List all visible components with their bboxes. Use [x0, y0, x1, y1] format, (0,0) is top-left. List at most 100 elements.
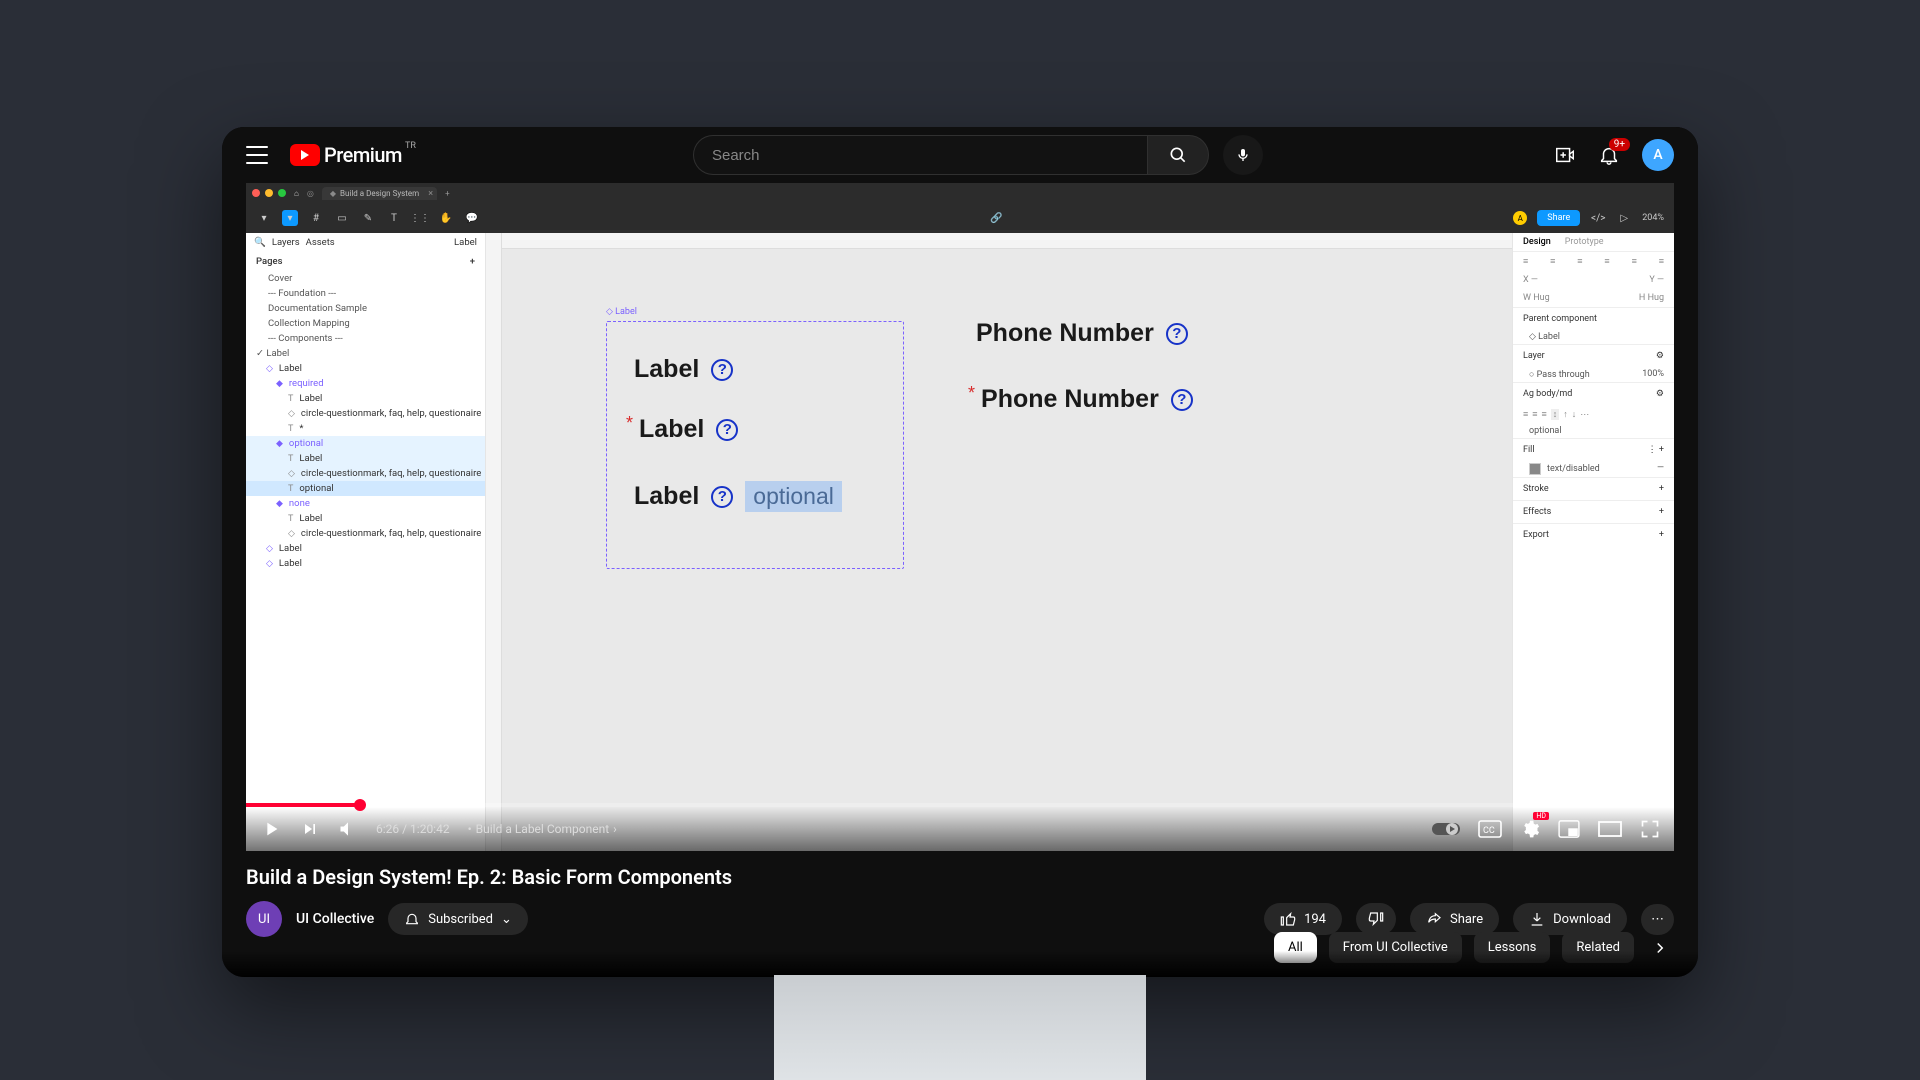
back-icon[interactable]: ◎ — [307, 189, 314, 198]
figma-canvas[interactable]: ◇ Label Label ? * Label ? — [486, 233, 1512, 851]
layer-options-icon[interactable]: ⚙ — [1656, 351, 1664, 361]
comment-tool-icon[interactable]: 💬 — [464, 210, 480, 226]
text-tool-icon[interactable]: T — [386, 210, 402, 226]
mute-button[interactable] — [338, 819, 358, 839]
layer-row[interactable]: ◆none — [246, 496, 485, 511]
label-variant-optional[interactable]: Label ? optional — [634, 481, 842, 512]
chevron-right-icon: › — [613, 822, 617, 836]
progress-scrubber[interactable] — [354, 799, 366, 811]
more-actions-button[interactable]: ⋯ — [1641, 904, 1674, 935]
layer-row[interactable]: ◇circle-questionmark, faq, help, questio… — [246, 466, 485, 481]
label-instance-required[interactable]: * Phone Number ? — [968, 385, 1193, 414]
layers-tab[interactable]: Layers — [272, 237, 300, 248]
home-icon[interactable]: ⌂ — [294, 189, 299, 198]
hamburger-menu-icon[interactable] — [246, 146, 268, 164]
dislike-button[interactable] — [1356, 903, 1396, 935]
share-button[interactable]: Share — [1410, 903, 1499, 935]
close-tab-icon[interactable]: × — [428, 189, 433, 199]
figma-file-tab[interactable]: ◆ Build a Design System × — [322, 187, 437, 200]
new-tab-icon[interactable]: + — [445, 189, 450, 198]
next-button[interactable] — [300, 819, 320, 839]
progress-bar[interactable] — [246, 803, 1674, 807]
page-item[interactable]: Documentation Sample — [246, 301, 485, 316]
assets-tab[interactable]: Assets — [306, 237, 335, 248]
label-variant-none[interactable]: Label ? — [634, 355, 733, 384]
captions-button[interactable]: CC — [1478, 820, 1502, 838]
design-tab[interactable]: Design — [1523, 237, 1551, 247]
dev-mode-icon[interactable]: </> — [1590, 210, 1606, 226]
layer-row[interactable]: ◇circle-questionmark, faq, help, questio… — [246, 526, 485, 541]
page-item[interactable]: Cover — [246, 271, 485, 286]
layer-row-selected[interactable]: Toptional — [246, 481, 485, 496]
like-button[interactable]: 194 — [1264, 903, 1342, 935]
present-icon[interactable]: ▷ — [1616, 210, 1632, 226]
collaborator-avatar[interactable]: A — [1513, 211, 1527, 225]
align-controls[interactable]: ≡≡≡≡≡≡ — [1513, 252, 1674, 271]
play-button[interactable] — [260, 818, 282, 840]
text-align-controls[interactable]: ≡≡≡↕↑↓⋯ — [1513, 405, 1674, 424]
layer-row[interactable]: TLabel — [246, 511, 485, 526]
link-tool-icon[interactable]: 🔗 — [989, 210, 1005, 226]
download-button[interactable]: Download — [1513, 903, 1627, 935]
label-instance[interactable]: Phone Number ? — [976, 319, 1188, 348]
thumb-down-icon — [1368, 911, 1384, 927]
shape-tool-icon[interactable]: ▭ — [334, 210, 350, 226]
layer-row[interactable]: ◆required — [246, 376, 485, 391]
add-stroke-icon[interactable]: + — [1659, 484, 1664, 494]
figma-menu-icon[interactable]: ▾ — [256, 210, 272, 226]
layers-search-icon[interactable]: 🔍 — [254, 237, 266, 248]
miniplayer-icon — [1558, 820, 1580, 838]
hand-tool-icon[interactable]: ✋ — [438, 210, 454, 226]
search-button[interactable] — [1147, 135, 1209, 175]
optional-text-selected[interactable]: optional — [745, 481, 842, 512]
layer-row[interactable]: T* — [246, 421, 485, 436]
theater-button[interactable] — [1598, 821, 1622, 837]
mac-window-controls[interactable] — [252, 189, 286, 197]
type-options-icon[interactable]: ⚙ — [1656, 389, 1664, 399]
layer-row[interactable]: ◇Label — [246, 541, 485, 556]
layer-row[interactable]: TLabel — [246, 391, 485, 406]
layer-row[interactable]: TLabel — [246, 451, 485, 466]
settings-button[interactable] — [1520, 819, 1540, 839]
layer-row[interactable]: ◆optional — [246, 436, 485, 451]
layer-row[interactable]: ◇Label — [246, 361, 485, 376]
notifications-button[interactable]: 9+ — [1598, 144, 1620, 166]
page-item[interactable]: --- Components --- — [246, 331, 485, 346]
add-page-icon[interactable]: + — [470, 256, 475, 267]
add-effect-icon[interactable]: + — [1659, 507, 1664, 517]
fullscreen-button[interactable] — [1640, 819, 1660, 839]
page-item[interactable]: Collection Mapping — [246, 316, 485, 331]
autoplay-toggle[interactable] — [1432, 821, 1460, 837]
add-export-icon[interactable]: + — [1659, 530, 1664, 540]
help-icon: ? — [716, 419, 738, 441]
stroke-section: Stroke — [1523, 484, 1549, 494]
svg-text:CC: CC — [1483, 826, 1495, 836]
page-item-active[interactable]: Label — [246, 346, 485, 361]
page-breadcrumb[interactable]: Label — [454, 237, 477, 248]
monitor-stand — [774, 975, 1146, 1080]
pen-tool-icon[interactable]: ✎ — [360, 210, 376, 226]
prototype-tab[interactable]: Prototype — [1565, 237, 1604, 247]
zoom-level[interactable]: 204% — [1642, 213, 1664, 223]
channel-avatar[interactable]: UI — [246, 901, 282, 937]
avatar[interactable]: A — [1642, 139, 1674, 171]
resources-tool-icon[interactable]: ⋮⋮ — [412, 210, 428, 226]
layer-row[interactable]: ◇Label — [246, 556, 485, 571]
share-button[interactable]: Share — [1537, 210, 1580, 226]
label-variant-required[interactable]: * Label ? — [626, 415, 738, 444]
help-icon: ? — [1166, 323, 1188, 345]
frame-tool-icon[interactable]: # — [308, 210, 324, 226]
subscribed-button[interactable]: Subscribed ⌄ — [388, 903, 528, 935]
youtube-logo[interactable]: Premium TR — [290, 143, 402, 167]
effects-section: Effects — [1523, 507, 1551, 517]
add-fill-icon[interactable]: ⋮ + — [1648, 445, 1664, 455]
page-item[interactable]: --- Foundation --- — [246, 286, 485, 301]
move-tool-icon[interactable]: ▾ — [282, 210, 298, 226]
search-input[interactable] — [693, 135, 1147, 175]
miniplayer-button[interactable] — [1558, 820, 1580, 838]
channel-name[interactable]: UI Collective — [296, 911, 374, 927]
chapter-link[interactable]: • Build a Label Component › — [468, 822, 617, 836]
voice-search-button[interactable] — [1223, 135, 1263, 175]
layer-row[interactable]: ◇circle-questionmark, faq, help, questio… — [246, 406, 485, 421]
create-button[interactable] — [1554, 144, 1576, 166]
